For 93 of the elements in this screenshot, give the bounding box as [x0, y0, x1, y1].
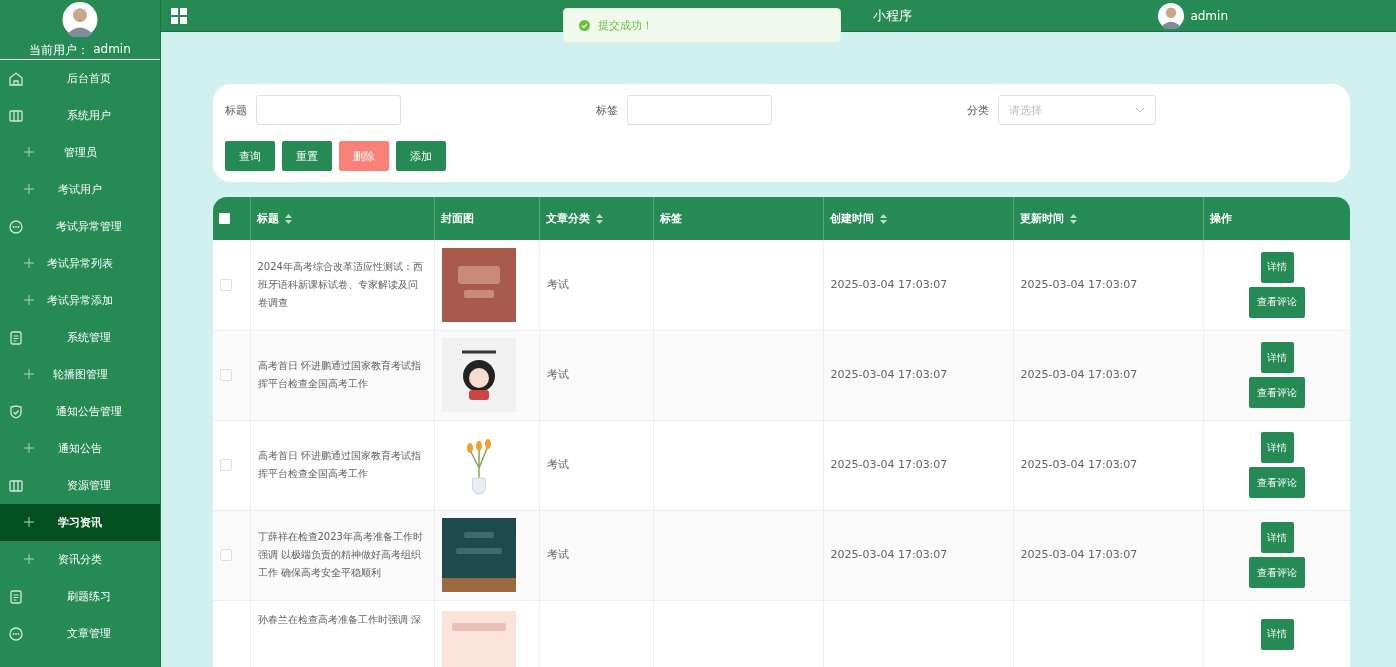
date-cell: 2025-03-04 17:03:07 [1020, 458, 1138, 471]
column-header[interactable]: 更新时间 [1019, 211, 1064, 226]
date-cell: 2025-03-04 17:03:07 [830, 277, 948, 291]
menu-item[interactable]: 资源管理 [0, 467, 160, 504]
text-input[interactable] [627, 95, 772, 125]
title-cell: 孙春兰在检查高考准备工作时强调 深 [257, 613, 421, 625]
title-cell: 2024年高考综合改革适应性测试：西班牙语科新课标试卷、专家解读及问卷调查 [257, 260, 423, 308]
plus-icon [24, 258, 34, 268]
delete-button[interactable]: 删除 [339, 141, 389, 171]
toast-message: 提交成功！ [598, 18, 653, 33]
comments-button[interactable]: 查看评论 [1249, 377, 1305, 408]
row-checkbox[interactable] [220, 459, 232, 471]
menu-item[interactable]: 后台首页 [0, 60, 160, 97]
submenu-item[interactable]: 资讯分类 [0, 541, 160, 578]
plus-icon [24, 443, 34, 453]
date-cell: 2025-03-04 17:03:07 [830, 368, 948, 381]
date-cell: 2025-03-04 17:03:07 [1020, 368, 1138, 381]
columns-icon [7, 477, 25, 495]
action-button[interactable]: 添加 [396, 141, 446, 171]
title-cell: 高考首日 怀进鹏通过国家教育考试指挥平台检查全国高考工作 [257, 450, 421, 479]
submenu-item[interactable]: 轮播图管理 [0, 356, 160, 393]
field-label: 分类 [967, 102, 989, 118]
column-header: 操作 [1209, 211, 1232, 226]
category-cell: 考试 [546, 368, 569, 381]
comments-button[interactable]: 查看评论 [1249, 557, 1305, 588]
action-button[interactable]: 重置 [282, 141, 332, 171]
avatar-icon [62, 2, 98, 37]
check-circle-icon [579, 20, 590, 31]
grid-menu-icon[interactable] [171, 7, 187, 24]
submenu-item[interactable]: 学习资讯 [0, 504, 160, 541]
date-cell: 2025-03-04 17:03:07 [1020, 548, 1138, 561]
submenu-item[interactable]: 考试异常列表 [0, 245, 160, 282]
document-icon [7, 588, 25, 606]
row-checkbox[interactable] [220, 278, 232, 291]
row-checkbox[interactable] [220, 369, 232, 381]
details-button[interactable]: 详情 [1260, 251, 1294, 283]
details-button[interactable]: 详情 [1260, 432, 1294, 463]
submenu-item[interactable]: 考试用户 [0, 171, 160, 208]
plus-icon [24, 369, 34, 379]
chevron-down-icon [1135, 107, 1145, 113]
columns-icon [7, 107, 25, 125]
comments-button[interactable]: 查看评论 [1249, 286, 1305, 318]
column-header: 封面图 [440, 211, 474, 226]
submenu-item[interactable]: 考试异常添加 [0, 282, 160, 319]
field-label: 标题 [225, 102, 247, 118]
field-label: 标签 [596, 102, 618, 118]
home-icon [7, 70, 25, 88]
sort-icon[interactable] [879, 213, 887, 224]
avatar-icon [1158, 2, 1185, 29]
submenu-item[interactable]: 管理员 [0, 134, 160, 171]
menu-item[interactable]: 系统管理 [0, 319, 160, 356]
app-title: 小程序 [873, 6, 912, 25]
current-user-name: admin [93, 42, 131, 58]
text-input[interactable] [256, 95, 401, 125]
menu-item[interactable]: 通知公告管理 [0, 393, 160, 430]
plus-icon [24, 554, 34, 564]
current-user-label: 当前用户： [29, 42, 90, 59]
action-button[interactable]: 查询 [225, 141, 275, 171]
details-button[interactable]: 详情 [1260, 618, 1294, 650]
category-cell: 考试 [546, 548, 569, 561]
sort-icon[interactable] [595, 213, 603, 224]
submenu-item[interactable]: 通知公告 [0, 430, 160, 467]
shield-icon [7, 403, 25, 421]
sort-icon[interactable] [1069, 213, 1077, 224]
menu-item[interactable]: 文章管理 [0, 615, 160, 652]
menu-item[interactable]: 刷题练习 [0, 578, 160, 615]
plus-icon [24, 517, 34, 527]
details-button[interactable]: 详情 [1260, 522, 1294, 553]
date-cell: 2025-03-04 17:03:07 [830, 458, 948, 471]
chat-icon [7, 625, 25, 643]
select-all-checkbox[interactable] [219, 213, 230, 224]
chat-icon [7, 218, 25, 236]
menu-item[interactable]: 考试异常管理 [0, 208, 160, 245]
comments-button[interactable]: 查看评论 [1249, 467, 1305, 498]
sort-icon[interactable] [284, 213, 292, 224]
column-header: 标签 [659, 211, 682, 226]
plus-icon [24, 295, 34, 305]
date-cell: 2025-03-04 17:03:07 [830, 548, 948, 561]
plus-icon [24, 184, 34, 194]
document-icon [7, 329, 25, 347]
date-cell: 2025-03-04 17:03:07 [1020, 277, 1138, 291]
menu-item[interactable]: 系统用户 [0, 97, 160, 134]
column-header[interactable]: 标题 [256, 211, 279, 226]
title-cell: 高考首日 怀进鹏通过国家教育考试指挥平台检查全国高考工作 [257, 360, 421, 389]
category-cell: 考试 [546, 277, 569, 291]
column-header[interactable]: 创建时间 [829, 211, 874, 226]
title-cell: 丁薛祥在检查2023年高考准备工作时强调 以极端负责的精神做好高考组织工作 确保高考安全平稳顺利 [257, 531, 423, 578]
details-button[interactable]: 详情 [1260, 342, 1294, 373]
row-checkbox[interactable] [220, 549, 232, 561]
user-name[interactable]: admin [1190, 8, 1228, 23]
column-header[interactable]: 文章分类 [545, 211, 590, 226]
plus-icon [24, 147, 34, 157]
category-cell: 考试 [546, 458, 569, 471]
